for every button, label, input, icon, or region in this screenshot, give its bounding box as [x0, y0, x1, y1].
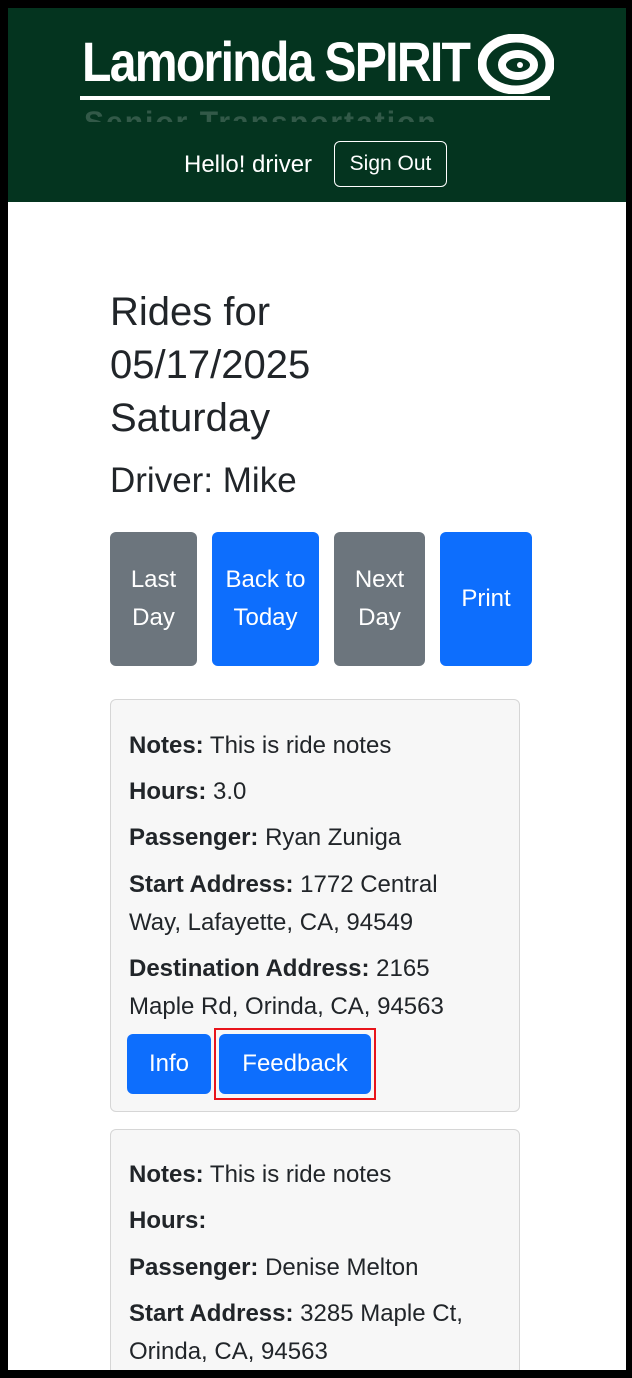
- ride-start-address: Start Address: 3285 Maple Ct, Orinda, CA…: [129, 1295, 489, 1370]
- start-address-label: Start Address:: [129, 871, 294, 898]
- greeting-text: Hello! driver: [184, 151, 313, 178]
- swirl-logo-icon: [478, 34, 554, 94]
- ride-destination-address: Destination Address: 2165 Maple Rd, Orin…: [129, 950, 489, 1026]
- ride-hours: Hours:: [129, 1202, 489, 1240]
- info-button[interactable]: Info: [127, 1034, 211, 1094]
- notes-value: This is ride notes: [209, 732, 392, 759]
- title-line-1: Rides for: [110, 290, 271, 334]
- ride-hours: Hours: 3.0: [129, 773, 489, 811]
- logo-tagline: Senior Transportation: [84, 106, 438, 122]
- hours-label: Hours:: [129, 1207, 207, 1234]
- passenger-label: Passenger:: [129, 1254, 259, 1281]
- driver-label: Driver: Mike: [110, 461, 297, 500]
- logo-underline: [80, 96, 550, 100]
- hours-label: Hours:: [129, 778, 207, 805]
- notes-label: Notes:: [129, 732, 204, 759]
- passenger-value: Denise Melton: [265, 1254, 419, 1281]
- ride-passenger: Passenger: Ryan Zuniga: [129, 819, 489, 857]
- header-bar: Lamorinda SPIRIT Senior Transportation H…: [8, 8, 626, 202]
- notes-label: Notes:: [129, 1161, 204, 1188]
- print-button[interactable]: Print: [440, 532, 532, 666]
- ride-card: Notes: This is ride notes Hours: 3.0 Pas…: [110, 699, 520, 1112]
- ride-notes: Notes: This is ride notes: [129, 727, 489, 765]
- page-title: Rides for 05/17/2025 Saturday: [110, 286, 530, 445]
- ride-passenger: Passenger: Denise Melton: [129, 1249, 489, 1287]
- logo-text: Lamorinda SPIRIT: [82, 30, 471, 93]
- back-to-today-button[interactable]: Back to Today: [212, 532, 319, 666]
- logo[interactable]: Lamorinda SPIRIT Senior Transportation: [80, 22, 560, 122]
- destination-address-label: Destination Address:: [129, 955, 370, 982]
- next-day-button[interactable]: Next Day: [334, 532, 425, 666]
- passenger-label: Passenger:: [129, 824, 259, 851]
- notes-value: This is ride notes: [209, 1161, 392, 1188]
- title-weekday: Saturday: [110, 396, 271, 440]
- hours-value: 3.0: [213, 778, 247, 805]
- last-day-button[interactable]: Last Day: [110, 532, 197, 666]
- start-address-label: Start Address:: [129, 1300, 294, 1327]
- ride-start-address: Start Address: 1772 Central Way, Lafayet…: [129, 866, 489, 942]
- ride-notes: Notes: This is ride notes: [129, 1156, 489, 1194]
- feedback-button[interactable]: Feedback: [219, 1034, 371, 1094]
- title-date: 05/17/2025: [110, 343, 311, 387]
- passenger-value: Ryan Zuniga: [265, 824, 402, 851]
- app-frame: Lamorinda SPIRIT Senior Transportation H…: [8, 8, 626, 1370]
- ride-card: Notes: This is ride notes Hours: Passeng…: [110, 1129, 520, 1370]
- sign-out-button[interactable]: Sign Out: [334, 141, 447, 187]
